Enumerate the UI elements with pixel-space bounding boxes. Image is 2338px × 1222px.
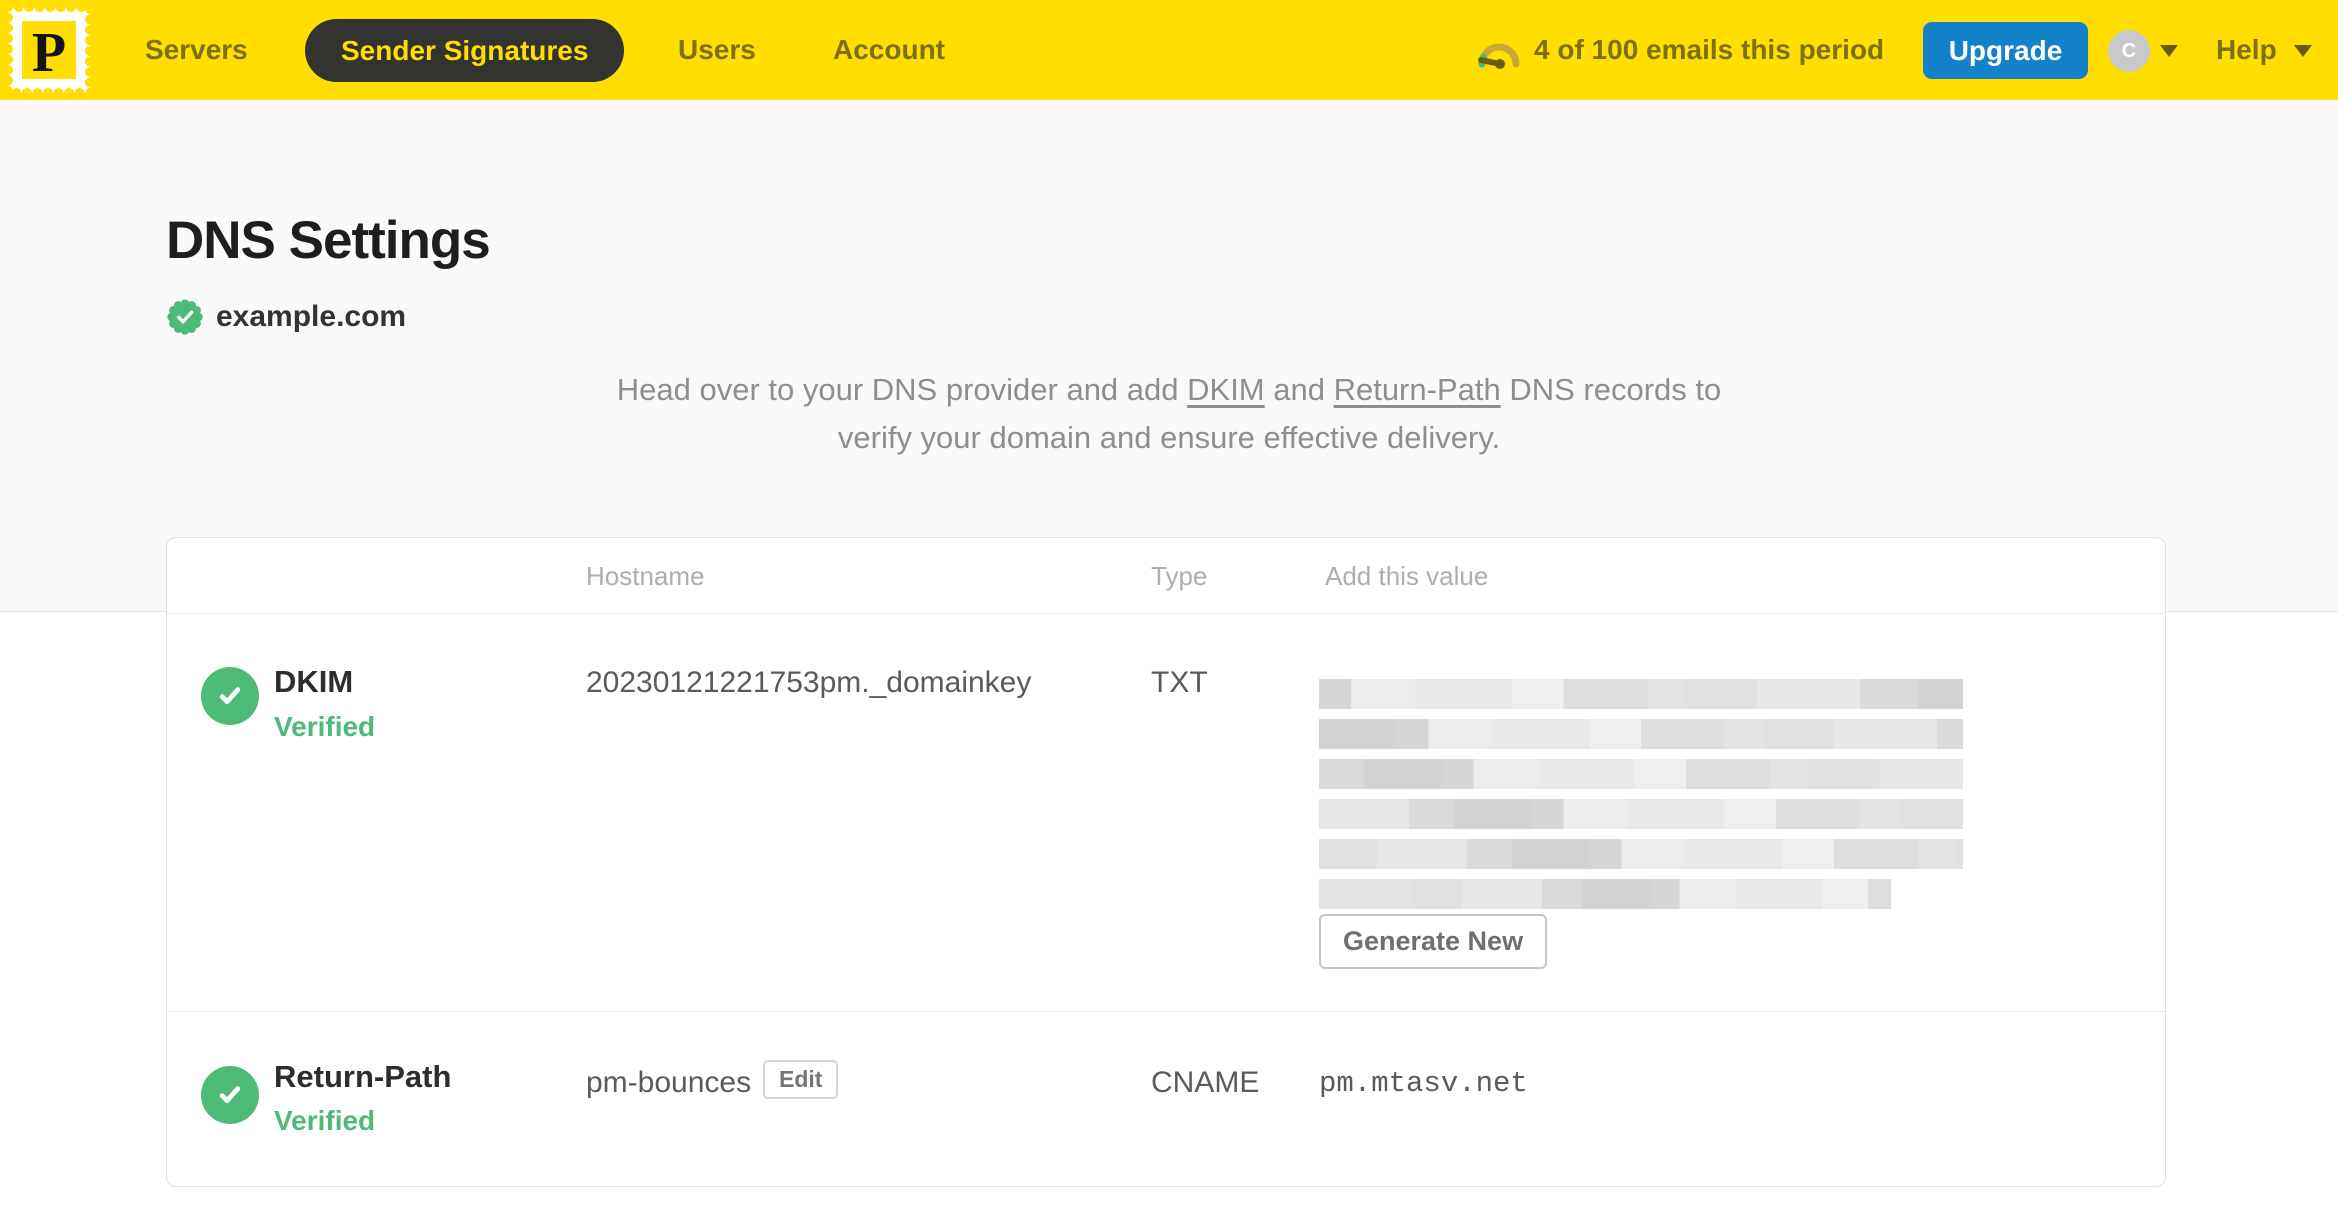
domain-name: example.com (216, 300, 407, 333)
verified-domain: example.com (166, 298, 406, 336)
column-header-type: Type (1151, 561, 1208, 591)
redacted-value-bar (1319, 719, 1963, 749)
record-name: DKIM (274, 664, 354, 699)
description-part: DNS records to (1500, 372, 1722, 407)
top-nav: P Servers Sender Signatures Users Accoun… (0, 0, 2338, 100)
redacted-value-bar (1319, 679, 1963, 709)
description-part: verify your domain and ensure effective … (837, 420, 1501, 455)
nav-item-users[interactable]: Users (678, 0, 756, 100)
record-hostname: 20230121221753pm._domainkey (586, 666, 1032, 699)
avatar[interactable]: C (2108, 30, 2150, 72)
status-badge: Verified (274, 711, 376, 742)
redacted-value-bar (1319, 839, 1963, 869)
dkim-link[interactable]: DKIM (1187, 372, 1265, 407)
nav-item-sender-signatures[interactable]: Sender Signatures (305, 19, 625, 82)
verified-check-icon (201, 1066, 259, 1124)
nav-item-account[interactable]: Account (833, 0, 945, 100)
avatar-chevron-down-icon[interactable] (2160, 45, 2178, 57)
record-name: Return-Path (274, 1059, 452, 1094)
usage-text: 4 of 100 emails this period (1534, 34, 1885, 65)
nav-item-servers[interactable]: Servers (145, 0, 248, 100)
column-header-hostname: Hostname (586, 561, 705, 591)
record-hostname: pm-bounces (586, 1066, 752, 1099)
table-row-dkim: DKIM Verified 20230121221753pm._domainke… (167, 614, 2165, 1011)
app-frame: P Servers Sender Signatures Users Accoun… (0, 0, 2338, 1222)
record-type: CNAME (1151, 1066, 1260, 1099)
verified-check-icon (201, 667, 259, 725)
return-path-link[interactable]: Return-Path (1334, 372, 1501, 407)
edit-button[interactable]: Edit (763, 1060, 839, 1099)
postmark-logo-icon[interactable]: P (8, 7, 90, 93)
help-chevron-down-icon[interactable] (2294, 45, 2312, 57)
usage-meter[interactable]: 4 of 100 emails this period (1476, 0, 1884, 100)
description-part: and (1264, 372, 1334, 407)
status-badge: Verified (274, 1105, 376, 1136)
logo-letter: P (32, 22, 66, 84)
redacted-value-bar (1319, 759, 1963, 789)
upgrade-button[interactable]: Upgrade (1923, 22, 2088, 79)
record-type: TXT (1151, 666, 1208, 699)
description-part: Head over to your DNS provider and add (616, 372, 1188, 407)
redacted-value-bar (1319, 799, 1963, 829)
dns-records-card: Hostname Type Add this value DKIM Verifi… (166, 537, 2166, 1187)
record-value: pm.mtasv.net (1319, 1067, 1528, 1100)
redacted-value (1319, 679, 1963, 919)
verified-badge-icon (167, 299, 203, 335)
page-title: DNS Settings (166, 211, 491, 270)
nav-item-label: Sender Signatures (341, 34, 589, 66)
gauge-icon (1478, 43, 1520, 69)
table-header-row: Hostname Type Add this value (167, 538, 2165, 614)
table-row-return-path: Return-Path Verified pm-bounces Edit CNA… (167, 1011, 2165, 1188)
hero-section: DNS Settings example.com Head over to yo… (0, 100, 2338, 612)
help-menu[interactable]: Help (2216, 0, 2277, 100)
column-header-value: Add this value (1325, 561, 1489, 591)
description-text: Head over to your DNS provider and add D… (0, 366, 2338, 462)
generate-new-button[interactable]: Generate New (1319, 914, 1548, 969)
redacted-value-bar (1319, 879, 1891, 909)
